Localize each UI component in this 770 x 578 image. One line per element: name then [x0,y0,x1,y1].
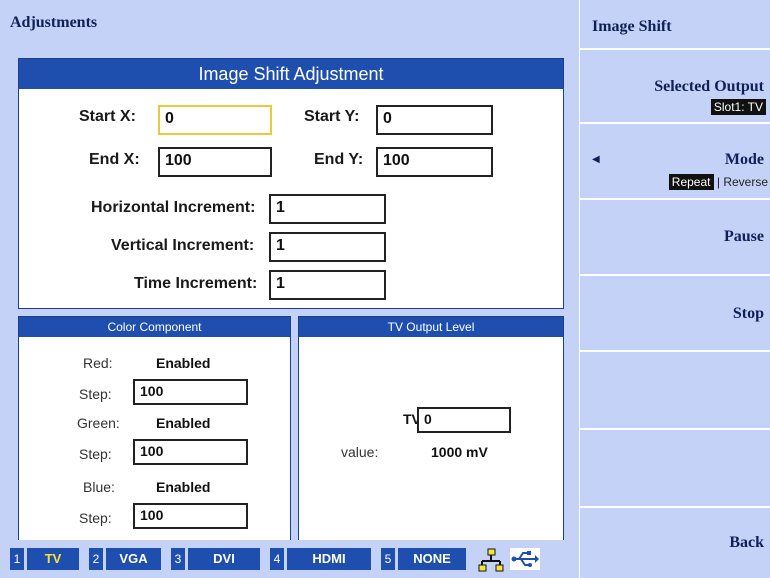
title-bar: Adjustments [0,0,579,48]
start-y-label: Start Y: [304,108,360,125]
empty-softkey-5[interactable] [579,350,770,428]
mode-softkey[interactable]: ◀ Mode Repeat | Reverse [579,122,770,198]
horizontal-increment-label: Horizontal Increment: [91,199,256,216]
panel-title: Color Component [19,317,290,337]
window-title: Adjustments [10,14,98,31]
back-softkey[interactable]: Back [579,506,770,578]
red-step-label: Step: [79,386,112,402]
red-label: Red: [83,355,113,371]
blue-step-input[interactable]: 100 [133,503,248,529]
start-x-label: Start X: [79,108,136,125]
end-x-input[interactable]: 100 [158,147,272,177]
usb-icon [510,548,540,570]
green-step-input[interactable]: 100 [133,439,248,465]
slot-2-number: 2 [89,548,103,570]
back-label: Back [729,534,764,551]
blue-label: Blue: [83,479,115,495]
mode-option-repeat: Repeat [668,174,714,190]
pause-label: Pause [724,228,764,245]
end-y-input[interactable]: 100 [376,147,493,177]
start-y-input[interactable]: 0 [376,105,493,135]
color-component-panel: Color Component Red: Enabled Step: 100 G… [18,316,291,541]
selected-output-value: Slot1: TV [710,99,766,115]
slot-3-number: 3 [171,548,185,570]
tv-value-readout: 1000 mV [431,444,488,460]
softkey-menu-title-bar: Image Shift [579,0,770,48]
horizontal-increment-input[interactable]: 1 [269,194,386,224]
panel-title: TV Output Level [299,317,563,337]
mode-options: Repeat | Reverse [668,174,768,190]
pause-softkey[interactable]: Pause [579,198,770,274]
left-arrow-icon: ◀ [592,154,600,165]
red-step-input[interactable]: 100 [133,379,248,405]
mode-option-reverse: Reverse [723,175,768,189]
slot-4-hdmi[interactable]: HDMI [287,548,371,570]
network-icon [478,548,504,572]
tv-value-label: value: [341,444,379,460]
end-y-label: End Y: [314,151,364,168]
slot-2-vga[interactable]: VGA [106,548,161,570]
tv-output-level-panel: TV Output Level TV 0 value: 1000 mV [298,316,564,541]
start-x-input[interactable]: 0 [158,105,272,135]
blue-status: Enabled [156,479,211,495]
selected-output-label: Selected Output [654,78,764,95]
green-label: Green: [77,415,120,431]
slot-1-number: 1 [10,548,24,570]
slot-1-tv[interactable]: TV [27,548,79,570]
status-bar: 1 TV 2 VGA 3 DVI 4 HDMI 5 NONE [0,540,579,578]
softkey-menu-title: Image Shift [592,18,672,35]
slot-4-number: 4 [270,548,284,570]
slot-5-number: 5 [381,548,395,570]
end-x-label: End X: [89,151,140,168]
empty-softkey-6[interactable] [579,428,770,506]
green-step-label: Step: [79,446,112,462]
mode-label: Mode [724,151,764,168]
blue-step-label: Step: [79,510,112,526]
green-status: Enabled [156,415,211,431]
image-shift-panel: Image Shift Adjustment Start X: 0 Start … [18,58,564,309]
stop-label: Stop [732,305,764,322]
panel-title: Image Shift Adjustment [19,59,563,89]
mode-separator: | [716,175,720,189]
slot-5-none[interactable]: NONE [398,548,466,570]
vertical-increment-input[interactable]: 1 [269,232,386,262]
selected-output-value-wrap: Slot1: TV [710,99,766,115]
red-status: Enabled [156,355,211,371]
time-increment-label: Time Increment: [134,275,258,292]
slot-3-dvi[interactable]: DVI [188,548,260,570]
tv-level-input[interactable]: 0 [417,407,511,433]
selected-output-softkey[interactable]: Selected Output Slot1: TV [579,48,770,122]
time-increment-input[interactable]: 1 [269,270,386,300]
stop-softkey[interactable]: Stop [579,274,770,350]
vertical-increment-label: Vertical Increment: [111,237,255,254]
